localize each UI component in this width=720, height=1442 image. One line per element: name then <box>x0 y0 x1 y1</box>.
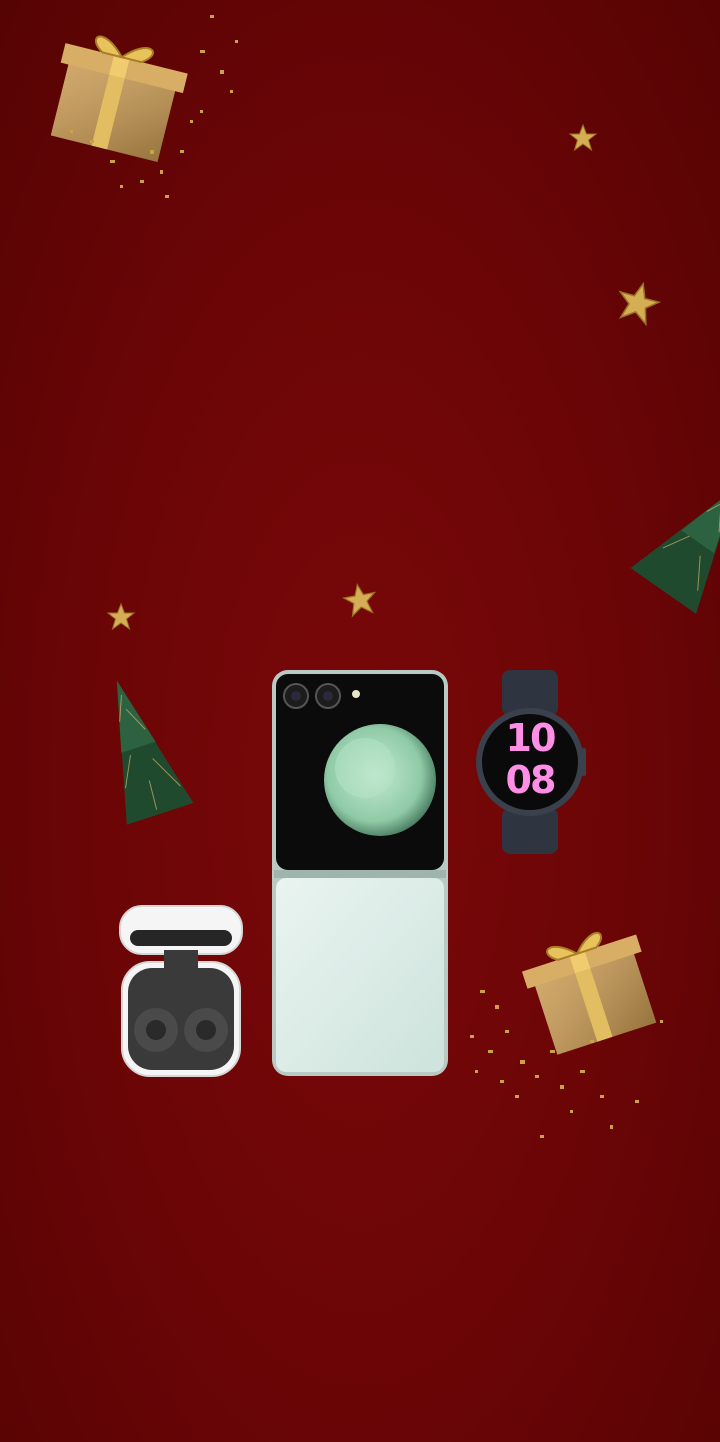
watch-time-hours: 10 <box>505 716 557 760</box>
confetti <box>50 10 250 210</box>
gold-star-icon <box>106 602 136 632</box>
flip-phone-icon <box>270 668 450 1078</box>
confetti <box>460 980 680 1150</box>
gold-star-icon <box>342 582 378 618</box>
smartwatch-icon: 10 08 <box>474 668 586 856</box>
gold-star-icon <box>568 123 598 153</box>
holiday-product-banner: 10 08 <box>0 0 720 1442</box>
earbuds-case-icon <box>116 904 246 1080</box>
gold-star-icon <box>615 280 662 327</box>
christmas-tree-icon <box>630 470 720 620</box>
watch-time-minutes: 08 <box>505 758 557 802</box>
christmas-tree-icon <box>90 672 194 832</box>
